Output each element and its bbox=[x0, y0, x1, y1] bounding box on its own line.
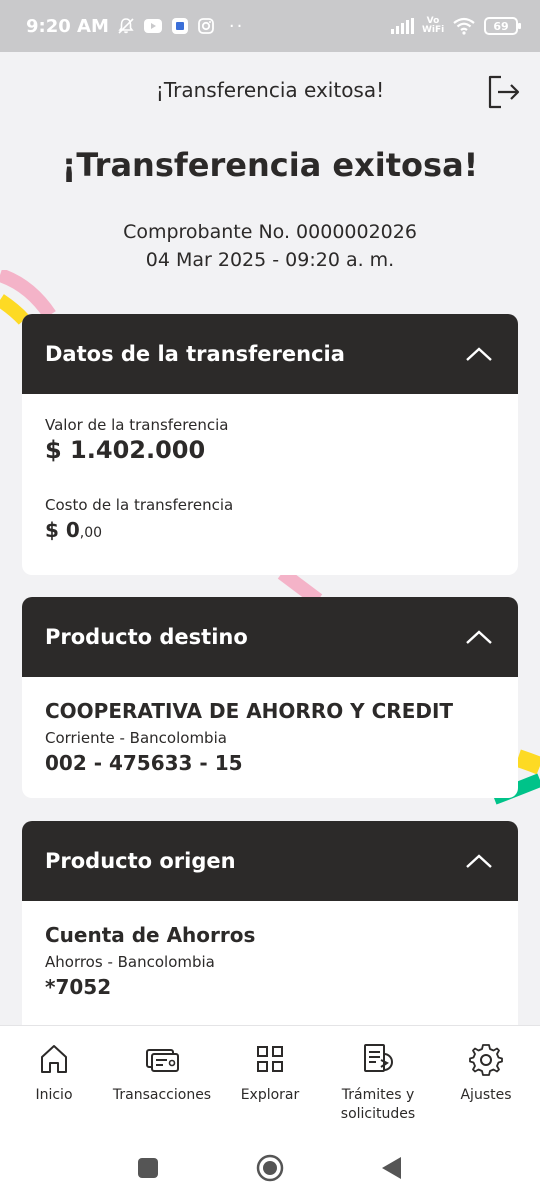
cost-amount-integer: $ 0 bbox=[45, 518, 80, 542]
destination-number: 002 - 475633 - 15 bbox=[45, 751, 243, 775]
destination-name: COOPERATIVA DE AHORRO Y CREDIT bbox=[45, 699, 454, 723]
system-navigation bbox=[0, 1140, 540, 1200]
youtube-icon bbox=[143, 19, 162, 33]
nav-item-tramites[interactable]: Trámites y solicitudes bbox=[324, 1026, 432, 1140]
bottom-navigation: Inicio Transacciones Explorar Trámites y… bbox=[0, 1025, 540, 1140]
logout-button[interactable] bbox=[484, 72, 524, 112]
transfer-value-amount: $ 1.402.000 bbox=[45, 436, 206, 464]
origin-type: Ahorros - Bancolombia bbox=[45, 953, 215, 971]
chevron-up-icon[interactable] bbox=[464, 344, 494, 364]
nav-label-inicio: Inicio bbox=[35, 1087, 73, 1103]
origin-product-body: Cuenta de Ahorros Ahorros - Bancolombia … bbox=[22, 901, 518, 1019]
transfer-cost-label: Costo de la transferencia bbox=[45, 496, 234, 514]
transfer-details-header[interactable]: Datos de la transferencia bbox=[22, 314, 518, 394]
transfer-details-body: Valor de la transferencia $ 1.402.000 Co… bbox=[22, 394, 518, 562]
transfer-value-label: Valor de la transferencia bbox=[45, 416, 229, 434]
back-icon[interactable] bbox=[381, 1156, 403, 1180]
receipt-number: Comprobante No. 0000002026 bbox=[123, 221, 417, 243]
documents-icon bbox=[364, 1044, 393, 1072]
transactions-icon bbox=[146, 1049, 179, 1072]
app-icon bbox=[171, 18, 188, 34]
nav-label-ajustes: Ajustes bbox=[460, 1087, 512, 1103]
origin-product-title: Producto origen bbox=[45, 849, 236, 873]
destination-product-body: COOPERATIVA DE AHORRO Y CREDIT Corriente… bbox=[22, 677, 518, 795]
nav-item-transacciones[interactable]: Transacciones bbox=[108, 1026, 216, 1140]
notification-icons: ·· bbox=[117, 16, 244, 37]
nav-item-explorar[interactable]: Explorar bbox=[216, 1026, 324, 1140]
origin-number: *7052 bbox=[45, 975, 112, 999]
grid-icon bbox=[257, 1046, 283, 1072]
origin-name: Cuenta de Ahorros bbox=[45, 923, 256, 947]
nav-label-transacciones: Transacciones bbox=[112, 1087, 212, 1103]
destination-type: Corriente - Bancolombia bbox=[45, 729, 227, 747]
nav-label-tramites: Trámites y solicitudes bbox=[340, 1087, 416, 1122]
chevron-up-icon[interactable] bbox=[464, 851, 494, 871]
receipt-info: Comprobante No. 0000002026 04 Mar 2025 -… bbox=[0, 218, 540, 274]
nav-item-inicio[interactable]: Inicio bbox=[0, 1026, 108, 1140]
chevron-up-icon[interactable] bbox=[464, 627, 494, 647]
status-bar: 9:20 AM ·· Vo WiFi 69 bbox=[0, 0, 540, 52]
recents-icon[interactable] bbox=[137, 1157, 159, 1179]
instagram-icon bbox=[197, 18, 214, 34]
header-title: ¡Transferencia exitosa! bbox=[155, 78, 385, 102]
destination-product-title: Producto destino bbox=[45, 625, 248, 649]
nav-item-ajustes[interactable]: Ajustes bbox=[432, 1026, 540, 1140]
home-icon bbox=[41, 1045, 67, 1073]
logout-icon bbox=[488, 75, 520, 109]
vowifi-label: Vo WiFi bbox=[422, 16, 445, 35]
transfer-details-title: Datos de la transferencia bbox=[45, 342, 345, 366]
cost-amount-decimals: ,00 bbox=[79, 525, 103, 541]
status-time: 9:20 AM bbox=[26, 15, 109, 37]
bell-off-icon bbox=[118, 18, 134, 34]
battery-icon: 69 bbox=[484, 17, 521, 35]
nav-label-explorar: Explorar bbox=[240, 1087, 300, 1103]
home-circle-icon[interactable] bbox=[256, 1154, 284, 1182]
page-title: ¡Transferencia exitosa! bbox=[61, 146, 479, 184]
more-notifications-icon: ·· bbox=[228, 15, 245, 37]
origin-product-card: Producto origen Cuenta de Ahorros Ahorro… bbox=[22, 821, 518, 1041]
destination-product-card: Producto destino COOPERATIVA DE AHORRO Y… bbox=[22, 597, 518, 798]
destination-product-header[interactable]: Producto destino bbox=[22, 597, 518, 677]
wifi-icon bbox=[453, 17, 475, 35]
transfer-details-card: Datos de la transferencia Valor de la tr… bbox=[22, 314, 518, 575]
signal-icon bbox=[391, 18, 414, 34]
receipt-datetime: 04 Mar 2025 - 09:20 a. m. bbox=[145, 249, 395, 271]
origin-product-header[interactable]: Producto origen bbox=[22, 821, 518, 901]
transfer-cost-amount: $ 0,00 bbox=[45, 518, 495, 542]
gear-icon bbox=[469, 1044, 503, 1076]
